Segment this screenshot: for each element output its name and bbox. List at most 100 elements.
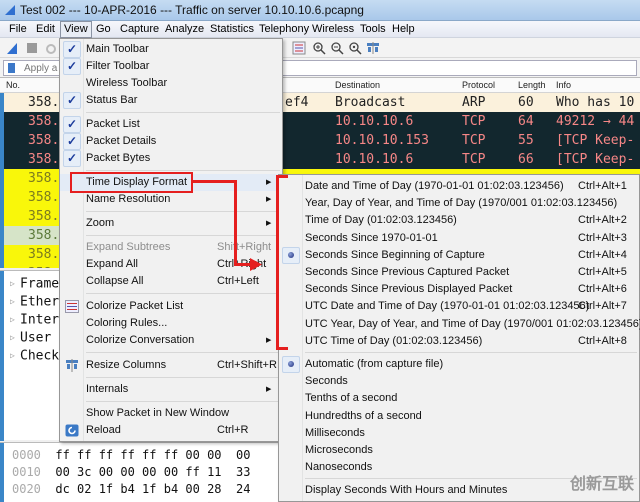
- pane-edge: [0, 93, 4, 268]
- time-format-option[interactable]: Seconds Since 1970-01-01 Ctrl+Alt+3: [279, 230, 639, 247]
- window-title: Test 002 --- 10-APR-2016 --- Traffic on …: [20, 3, 364, 17]
- cell-destination: 10.10.10.153: [335, 133, 429, 148]
- pane-edge: [0, 271, 4, 441]
- radio-selected-icon: [282, 246, 300, 264]
- menu-item-expand-subtrees[interactable]: Expand Subtrees Shift+Right: [60, 239, 282, 256]
- cell-destination: 10.10.10.6: [335, 114, 414, 129]
- time-format-option[interactable]: Year, Day of Year, and Time of Day (1970…: [279, 195, 639, 212]
- time-precision-option[interactable]: Milliseconds: [279, 425, 639, 442]
- menu-capture[interactable]: Capture: [117, 22, 162, 37]
- annotation-bracket: [276, 175, 288, 178]
- checkmark-icon: ✓: [63, 116, 81, 133]
- menu-item-name-resolution[interactable]: Name Resolution ▶: [60, 191, 282, 208]
- time-format-option[interactable]: Time of Day (01:02:03.123456) Ctrl+Alt+2: [279, 212, 639, 229]
- submenu-arrow-icon: ▶: [266, 220, 272, 227]
- menu-separator: [86, 401, 280, 402]
- time-precision-option[interactable]: Tenths of a second: [279, 390, 639, 407]
- submenu-arrow-icon: ▶: [266, 386, 272, 393]
- detail-row[interactable]: ▷ Check: [10, 347, 59, 366]
- menu-view[interactable]: View: [60, 21, 92, 38]
- cell-length: 64: [518, 114, 534, 129]
- time-format-option[interactable]: UTC Year, Day of Year, and Time of Day (…: [279, 316, 640, 333]
- checkmark-icon: ✓: [63, 92, 81, 109]
- time-precision-option[interactable]: Automatic (from capture file): [279, 356, 639, 373]
- watermark: 创新互联: [569, 476, 634, 493]
- title-bar: Test 002 --- 10-APR-2016 --- Traffic on …: [0, 0, 640, 21]
- detail-row[interactable]: ▷ Frame: [10, 275, 59, 294]
- expand-triangle-icon[interactable]: ▷: [10, 347, 20, 365]
- menu-separator: [86, 170, 280, 171]
- detail-row[interactable]: ▷ User: [10, 329, 51, 348]
- menu-item-show-packet-new-window[interactable]: Show Packet in New Window: [60, 405, 282, 422]
- detail-row[interactable]: ▷ Inter: [10, 311, 59, 330]
- menu-item-colorize-packet-list[interactable]: Colorize Packet List: [60, 298, 282, 315]
- annotation-bracket: [276, 176, 279, 350]
- time-format-option[interactable]: Date and Time of Day (1970-01-01 01:02:0…: [279, 178, 639, 195]
- colorize-icon[interactable]: [292, 41, 306, 55]
- bookmark-icon[interactable]: [8, 63, 15, 73]
- time-format-option[interactable]: Seconds Since Previous Captured Packet Ct…: [279, 264, 639, 281]
- submenu-arrow-icon: ▶: [266, 179, 272, 186]
- restart-icon[interactable]: [44, 41, 58, 55]
- zoom-in-icon[interactable]: [312, 41, 326, 55]
- annotation-line: [193, 180, 236, 183]
- menu-item-packet-list[interactable]: ✓ Packet List: [60, 116, 282, 133]
- resize-columns-icon[interactable]: [366, 41, 380, 55]
- menu-item-reload[interactable]: Reload Ctrl+R: [60, 422, 282, 439]
- column-header-destination[interactable]: Destination: [335, 80, 380, 90]
- menu-edit[interactable]: Edit: [33, 22, 58, 37]
- menu-item-collapse-all[interactable]: Collapse All Ctrl+Left: [60, 273, 282, 290]
- reload-icon: [65, 424, 79, 437]
- column-header-protocol[interactable]: Protocol: [462, 80, 495, 90]
- menu-separator: [86, 211, 280, 212]
- column-header-info[interactable]: Info: [556, 80, 571, 90]
- menu-item-coloring-rules[interactable]: Coloring Rules...: [60, 315, 282, 332]
- menu-tools[interactable]: Tools: [357, 22, 389, 37]
- menu-item-status-bar[interactable]: ✓ Status Bar: [60, 92, 282, 109]
- submenu-arrow-icon: ▶: [266, 337, 272, 344]
- menu-item-packet-bytes[interactable]: ✓ Packet Bytes: [60, 150, 282, 167]
- menu-item-colorize-conversation[interactable]: Colorize Conversation ▶: [60, 332, 282, 349]
- bytes-row: 0020 dc 02 1f b4 1f b4 00 28 24: [12, 482, 251, 496]
- menu-telephony[interactable]: Telephony: [256, 22, 312, 37]
- checkmark-icon: ✓: [63, 133, 81, 150]
- menu-separator: [305, 352, 637, 353]
- bytes-row: 0000 ff ff ff ff ff ff 00 00 00: [12, 448, 251, 462]
- menu-analyze[interactable]: Analyze: [162, 22, 207, 37]
- expand-triangle-icon[interactable]: ▷: [10, 329, 20, 347]
- time-precision-option[interactable]: Seconds: [279, 373, 639, 390]
- column-header-no[interactable]: No.: [6, 80, 20, 90]
- menu-item-packet-details[interactable]: ✓ Packet Details: [60, 133, 282, 150]
- menu-item-filter-toolbar[interactable]: ✓ Filter Toolbar: [60, 58, 282, 75]
- column-header-length[interactable]: Length: [518, 80, 546, 90]
- menu-item-zoom[interactable]: Zoom ▶: [60, 215, 282, 232]
- time-format-option[interactable]: UTC Time of Day (01:02:03.123456) Ctrl+Al…: [279, 333, 639, 350]
- menu-item-wireless-toolbar[interactable]: Wireless Toolbar: [60, 75, 282, 92]
- expand-triangle-icon[interactable]: ▷: [10, 293, 20, 311]
- menu-item-internals[interactable]: Internals ▶: [60, 381, 282, 398]
- checkmark-icon: ✓: [63, 150, 81, 167]
- shark-fin-start-icon[interactable]: [5, 41, 19, 55]
- detail-row[interactable]: ▷ Ether: [10, 293, 59, 312]
- time-precision-option[interactable]: Microseconds: [279, 442, 639, 459]
- expand-triangle-icon[interactable]: ▷: [10, 311, 20, 329]
- time-precision-option[interactable]: Hundredths of a second: [279, 408, 639, 425]
- time-format-option[interactable]: Seconds Since Beginning of Capture Ctrl+A…: [279, 246, 639, 264]
- menu-item-main-toolbar[interactable]: ✓ Main Toolbar: [60, 41, 282, 58]
- wireshark-logo-icon: [5, 5, 15, 15]
- stop-icon[interactable]: [25, 41, 39, 55]
- menu-wireless[interactable]: Wireless: [309, 22, 357, 37]
- zoom-normal-icon[interactable]: [348, 41, 362, 55]
- submenu-arrow-icon: ▶: [266, 196, 272, 203]
- menu-statistics[interactable]: Statistics: [207, 22, 257, 37]
- menu-help[interactable]: Help: [389, 22, 418, 37]
- menu-separator: [86, 352, 280, 353]
- expand-triangle-icon[interactable]: ▷: [10, 275, 20, 293]
- time-format-option[interactable]: UTC Date and Time of Day (1970-01-01 01:…: [279, 298, 639, 315]
- menu-go[interactable]: Go: [93, 22, 114, 37]
- time-format-option[interactable]: Seconds Since Previous Displayed Packet C…: [279, 281, 639, 298]
- zoom-out-icon[interactable]: [330, 41, 344, 55]
- bytes-row: 0010 00 3c 00 00 00 00 ff 11 33: [12, 465, 251, 479]
- menu-item-resize-columns[interactable]: Resize Columns Ctrl+Shift+R: [60, 357, 282, 374]
- menu-file[interactable]: File: [6, 22, 30, 37]
